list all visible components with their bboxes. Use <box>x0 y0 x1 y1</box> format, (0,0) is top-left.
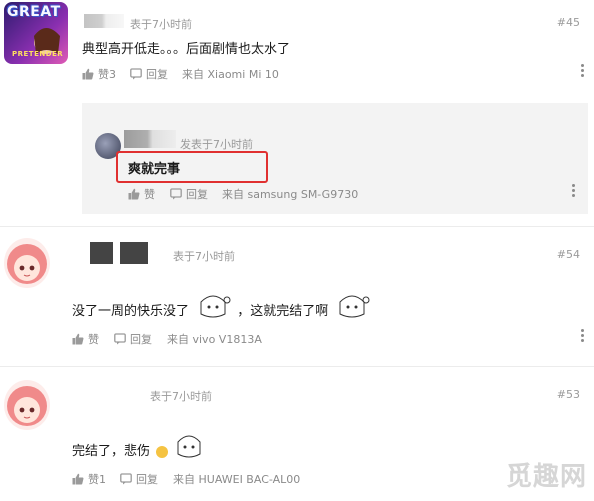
sad-emoji-icon <box>156 445 169 458</box>
reply-label: 回复 <box>146 68 168 81</box>
comment-text-part: ，这就完结了啊 <box>237 304 329 319</box>
device-info: 来自 vivo V1813A <box>167 333 262 346</box>
avatar-logo-subtext: PRETENDER <box>12 50 64 58</box>
reply-label: 回复 <box>186 188 208 201</box>
avatar-art <box>7 386 47 426</box>
device-info: 来自 samsung SM-G9730 <box>222 188 359 201</box>
floor-number: #53 <box>556 388 580 401</box>
comment-text-part: 完结了，悲伤 <box>72 444 151 459</box>
comment-time: 表于7小时前 <box>130 18 192 31</box>
like-button[interactable]: 赞 <box>128 186 155 202</box>
reply-button[interactable]: 回复 <box>120 471 158 487</box>
reply-label: 回复 <box>130 333 152 346</box>
username-blurred[interactable] <box>84 14 124 28</box>
like-label: 赞 <box>144 188 155 201</box>
avatar[interactable] <box>4 380 50 430</box>
like-button[interactable]: 赞 <box>72 331 99 347</box>
comment-text: 完结了，悲伤 <box>72 435 204 460</box>
comment-text-part: 没了一周的快乐没了 <box>72 304 190 319</box>
more-options-icon[interactable] <box>580 329 584 342</box>
divider <box>0 366 594 367</box>
avatar[interactable] <box>4 238 50 288</box>
avatar[interactable]: GREAT PRETENDER <box>4 2 68 64</box>
avatar-art <box>7 244 47 284</box>
reply-label: 回复 <box>136 473 158 486</box>
floor-number: #54 <box>556 248 580 261</box>
reply-icon <box>170 188 182 200</box>
reply-icon <box>120 473 132 485</box>
reply-time: 发表于7小时前 <box>180 138 253 151</box>
comment-time: 表于7小时前 <box>173 250 235 263</box>
username-blurred[interactable] <box>90 242 148 264</box>
thumbs-up-icon <box>128 188 140 200</box>
reply-icon <box>114 333 126 345</box>
avatar-logo-text: GREAT <box>7 4 61 20</box>
reply-icon <box>130 68 142 80</box>
watermark: 觅趣网 <box>506 462 588 492</box>
thumbs-up-icon <box>72 333 84 345</box>
like-button[interactable]: 赞3 <box>82 66 116 82</box>
username-blurred[interactable] <box>124 130 176 148</box>
reply-text: 爽就完事 <box>128 162 181 177</box>
device-info: 来自 HUAWEI BAC-AL00 <box>173 473 301 486</box>
comment-text: 没了一周的快乐没了 ，这就完结了啊 <box>72 295 370 322</box>
thumbs-up-icon <box>82 68 94 80</box>
reply-button[interactable]: 回复 <box>130 66 168 82</box>
chibi-sticker <box>200 295 231 317</box>
chibi-sticker <box>177 435 201 457</box>
comment-text: 典型高开低走。。。后面剧情也太水了 <box>82 42 291 57</box>
chibi-sticker <box>339 295 370 317</box>
more-options-icon[interactable] <box>571 184 575 197</box>
reply-button[interactable]: 回复 <box>170 186 208 202</box>
comment-time: 表于7小时前 <box>150 390 212 403</box>
reply-container: 发表于7小时前 爽就完事 赞 回复 来自 samsung SM-G9730 <box>82 103 588 214</box>
reply-button[interactable]: 回复 <box>114 331 152 347</box>
floor-number: #45 <box>556 16 580 29</box>
more-options-icon[interactable] <box>580 64 584 77</box>
thumbs-up-icon <box>72 473 84 485</box>
like-button[interactable]: 赞1 <box>72 471 106 487</box>
like-label: 赞 <box>88 333 99 346</box>
like-count: 赞1 <box>88 473 106 486</box>
like-count: 赞3 <box>98 68 116 81</box>
device-info: 来自 Xiaomi Mi 10 <box>182 68 279 81</box>
divider <box>0 226 594 227</box>
